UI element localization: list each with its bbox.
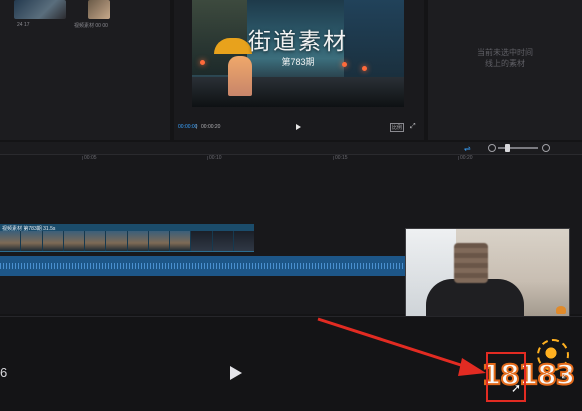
clip-frame xyxy=(0,231,21,251)
media-thumb-1-label: 24 17 xyxy=(17,22,30,28)
clip-frame xyxy=(42,231,63,251)
webcam-person-head xyxy=(454,243,488,283)
video-clip[interactable] xyxy=(0,231,254,252)
ruler-label: 00:10 xyxy=(209,155,222,161)
clip-frame xyxy=(21,231,42,251)
audio-waveform xyxy=(0,263,406,269)
ruler-tick xyxy=(458,156,459,160)
webcam-person-body xyxy=(426,279,524,316)
media-panel xyxy=(0,0,170,140)
media-thumbnail-2[interactable] xyxy=(88,0,110,19)
clip-frame xyxy=(127,231,148,251)
video-subtitle: 第783期 xyxy=(281,57,315,67)
ruler-tick xyxy=(333,156,334,160)
clip-frame xyxy=(233,231,254,251)
total-time: 00:00:20 xyxy=(201,124,221,130)
webcam-overlay xyxy=(405,228,570,317)
details-panel xyxy=(428,0,582,140)
fullscreen-icon[interactable]: ⤢ xyxy=(561,366,571,382)
fullscreen-icon-small[interactable]: ⤢ xyxy=(410,123,416,131)
ruler-label: 00:15 xyxy=(335,155,348,161)
video-title: 街道素材 xyxy=(248,29,348,55)
clip-frame xyxy=(212,231,233,251)
zoom-slider-handle[interactable] xyxy=(505,144,510,152)
timecode: 6 xyxy=(0,365,8,380)
ruler-tick xyxy=(207,156,208,160)
empty-selection-hint: 当前未选中时间 线上的素材 xyxy=(428,47,582,69)
snap-icon[interactable]: ⇌ xyxy=(464,144,471,153)
media-thumbnail-1[interactable] xyxy=(14,0,66,19)
play-icon[interactable] xyxy=(230,366,242,380)
ruler-tick xyxy=(82,156,83,160)
webcam-watermark-icon xyxy=(556,306,566,314)
road xyxy=(192,77,404,107)
ruler-label: 00:05 xyxy=(84,155,97,161)
zoom-out-icon[interactable] xyxy=(488,144,496,152)
hint-line-1: 当前未选中时间 xyxy=(477,48,533,57)
ruler-label: 00:20 xyxy=(460,155,473,161)
audio-track[interactable] xyxy=(0,256,406,276)
time-separator: | xyxy=(196,124,198,130)
clip-frame xyxy=(170,231,191,251)
hint-line-2: 线上的素材 xyxy=(485,59,525,68)
video-preview[interactable]: 街道素材 第783期 xyxy=(192,0,404,107)
video-clip-header[interactable]: 视频素材 第783期 31.5s xyxy=(0,224,254,232)
current-time: 00:00:00 xyxy=(178,124,198,130)
play-icon[interactable] xyxy=(296,124,301,130)
zoom-slider-track[interactable] xyxy=(498,147,538,149)
clip-frame xyxy=(106,231,127,251)
clip-frame xyxy=(191,231,212,251)
ratio-button[interactable]: 比例 xyxy=(390,123,405,132)
clip-frame xyxy=(63,231,84,251)
clip-frame xyxy=(148,231,169,251)
clip-frame xyxy=(85,231,106,251)
cursor-icon: ➚ xyxy=(511,381,522,395)
zoom-in-icon[interactable] xyxy=(542,144,550,152)
media-thumb-2-label: 视频素材 00 00 xyxy=(74,23,108,29)
